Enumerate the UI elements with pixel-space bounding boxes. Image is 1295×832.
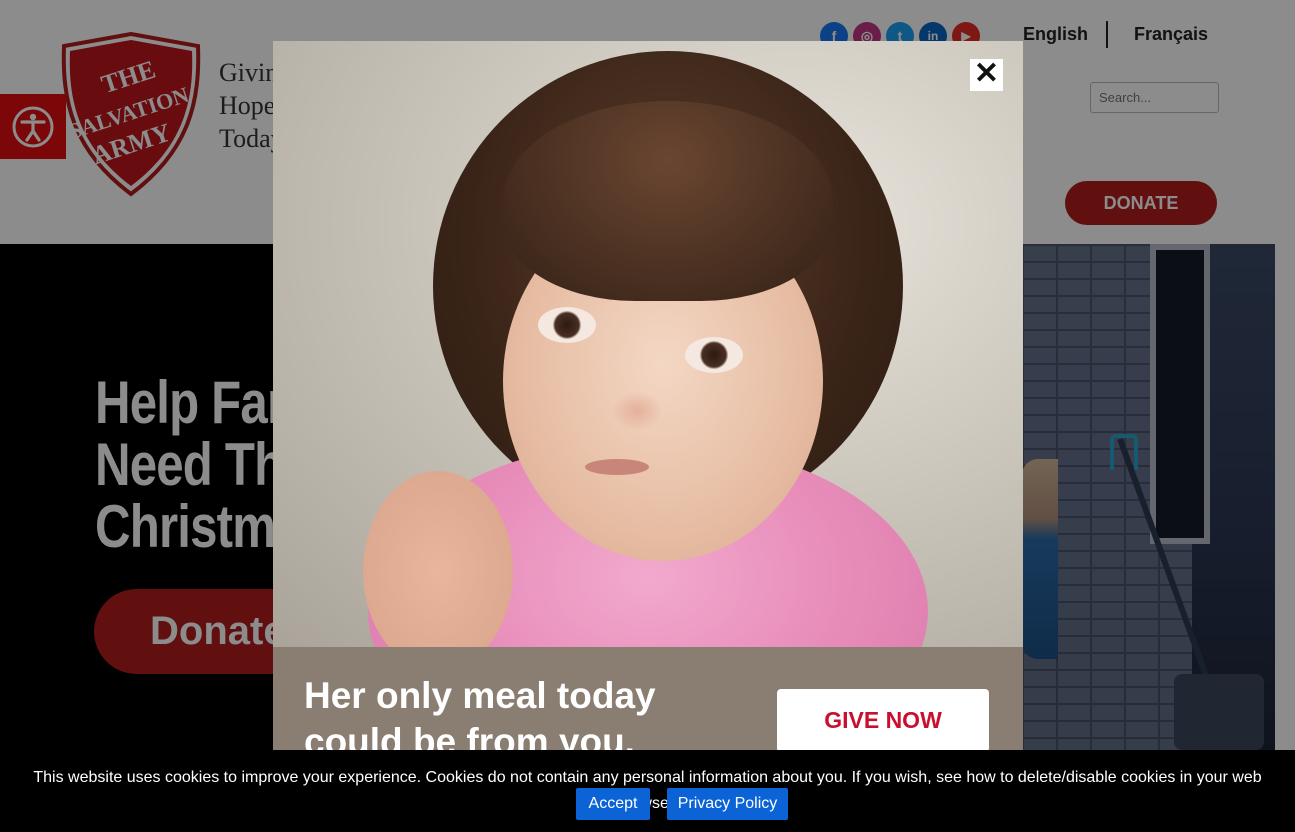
right-eye	[685, 337, 743, 373]
popup-headline: Her only meal today could be from you.	[304, 675, 656, 750]
privacy-policy-button[interactable]: Privacy Policy	[667, 788, 788, 820]
child-photo	[273, 41, 1023, 647]
accept-cookies-button[interactable]: Accept	[576, 788, 650, 820]
left-eye	[538, 307, 596, 343]
mouth	[585, 459, 649, 475]
nose	[611, 391, 663, 431]
give-now-button[interactable]: GIVE NOW	[777, 689, 989, 750]
popup-promo-band: Her only meal today could be from you. G…	[273, 647, 1023, 750]
donation-popup: Her only meal today could be from you. G…	[273, 41, 1023, 750]
close-icon[interactable]: ✕	[970, 59, 1003, 91]
bangs	[503, 101, 833, 301]
cookie-banner: This website uses cookies to improve you…	[0, 750, 1295, 832]
